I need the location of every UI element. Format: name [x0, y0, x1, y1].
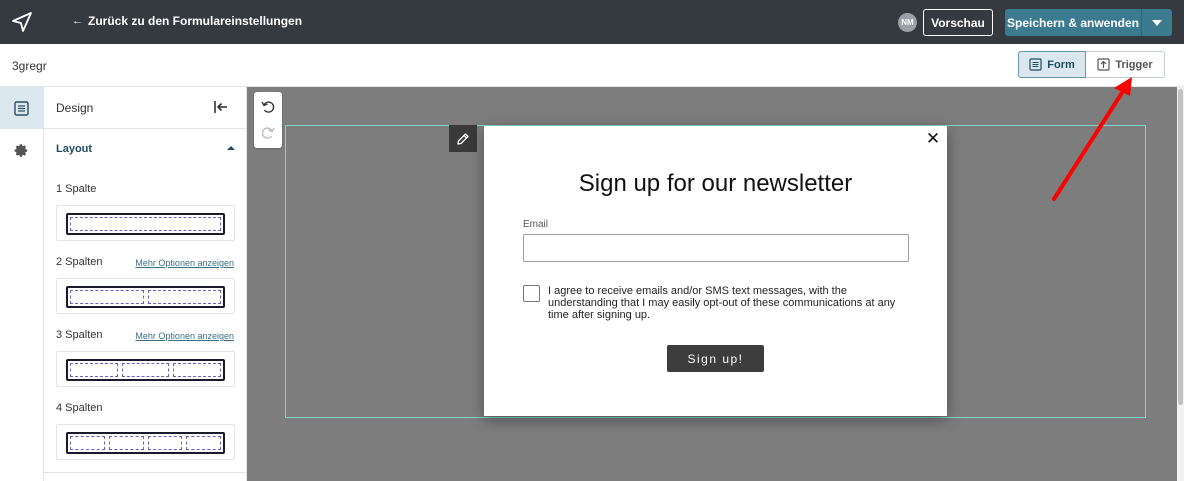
layout-2-columns-option[interactable] — [56, 278, 235, 314]
layout-3-columns-option[interactable] — [56, 351, 235, 387]
collapse-panel-icon[interactable] — [212, 98, 230, 116]
design-panel: Design Layout 1 Spalte 2 Spalten Mehr Op… — [44, 87, 247, 481]
signup-button[interactable]: Sign up! — [667, 345, 764, 372]
layout-preview — [66, 359, 225, 381]
trigger-icon — [1097, 58, 1110, 71]
layout-column — [70, 436, 105, 450]
chevron-up-icon — [227, 146, 235, 150]
form-view-tab[interactable]: Form — [1018, 51, 1086, 78]
layout-1-column-option[interactable] — [56, 205, 235, 241]
form-view-label: Form — [1047, 58, 1075, 71]
save-and-apply-button[interactable]: Speichern & anwenden — [1005, 9, 1141, 36]
scrollbar-thumb[interactable] — [1178, 89, 1183, 405]
more-options-link-2-columns[interactable]: Mehr Optionen anzeigen — [135, 258, 234, 268]
view-toggle: Form Trigger — [1018, 51, 1165, 78]
edit-form-button[interactable] — [449, 125, 477, 152]
caret-down-icon — [1152, 19, 1162, 26]
preview-button[interactable]: Vorschau — [923, 9, 993, 36]
rail-settings-tab[interactable] — [0, 129, 43, 171]
panel-title: Design — [56, 101, 94, 115]
layout-column — [186, 436, 221, 450]
email-label: Email — [523, 219, 549, 230]
divider — [44, 472, 247, 473]
layout-column — [70, 290, 144, 304]
layout-column — [70, 363, 118, 377]
layout-3-columns-label: 3 Spalten — [56, 329, 103, 341]
user-avatar[interactable]: NM — [898, 13, 917, 32]
back-link-label: Zurück zu den Formulareinstellungen — [88, 14, 303, 28]
email-input[interactable] — [523, 234, 909, 262]
popup-close-button[interactable]: ✕ — [924, 129, 942, 148]
consent-text: I agree to receive emails and/or SMS tex… — [548, 285, 896, 321]
trigger-view-tab[interactable]: Trigger — [1086, 51, 1165, 78]
undo-button[interactable] — [254, 95, 282, 119]
sidebar-rail — [0, 87, 44, 481]
layout-column — [70, 217, 221, 231]
top-bar: ← Zurück zu den Formulareinstellungen NM… — [0, 0, 1184, 44]
redo-icon — [261, 127, 275, 139]
consent-checkbox[interactable] — [523, 285, 540, 302]
form-subheader: 3gregr Form Trigger — [0, 44, 1184, 87]
layout-2-columns-label: 2 Spalten — [56, 256, 103, 268]
layout-column — [173, 363, 222, 377]
popup-title: Sign up for our newsletter — [578, 170, 853, 197]
newsletter-popup: ✕ Sign up for our newsletter Email I agr… — [484, 126, 947, 416]
close-icon: ✕ — [925, 129, 941, 148]
back-to-form-settings-link[interactable]: ← Zurück zu den Formulareinstellungen — [72, 14, 302, 28]
form-icon — [1029, 58, 1042, 71]
back-arrow-icon: ← — [72, 15, 83, 27]
layout-preview — [66, 432, 225, 454]
save-options-dropdown-button[interactable] — [1141, 9, 1172, 36]
paper-plane-icon[interactable] — [10, 10, 34, 34]
design-panel-header: Design — [44, 87, 247, 129]
trigger-view-label: Trigger — [1115, 58, 1153, 71]
layout-4-columns-option[interactable] — [56, 424, 235, 460]
layout-preview — [66, 213, 225, 235]
layout-column — [147, 290, 221, 304]
layout-preview — [66, 286, 225, 308]
layout-1-column-label: 1 Spalte — [56, 183, 97, 195]
more-options-link-3-columns[interactable]: Mehr Optionen anzeigen — [135, 331, 234, 341]
history-controls — [254, 92, 282, 148]
form-name: 3gregr — [12, 59, 47, 73]
pencil-icon — [457, 132, 469, 145]
layout-section-title: Layout — [56, 143, 93, 155]
layout-column — [147, 436, 183, 450]
layout-section-header[interactable]: Layout — [44, 129, 247, 169]
redo-button[interactable] — [254, 121, 282, 145]
rail-design-tab[interactable] — [0, 87, 43, 129]
layout-4-columns-label: 4 Spalten — [56, 402, 103, 414]
canvas-scrollbar[interactable] — [1177, 87, 1184, 481]
design-icon — [14, 100, 29, 116]
gear-icon — [14, 143, 28, 157]
undo-icon — [261, 101, 275, 113]
layout-column — [121, 363, 170, 377]
layout-column — [108, 436, 144, 450]
